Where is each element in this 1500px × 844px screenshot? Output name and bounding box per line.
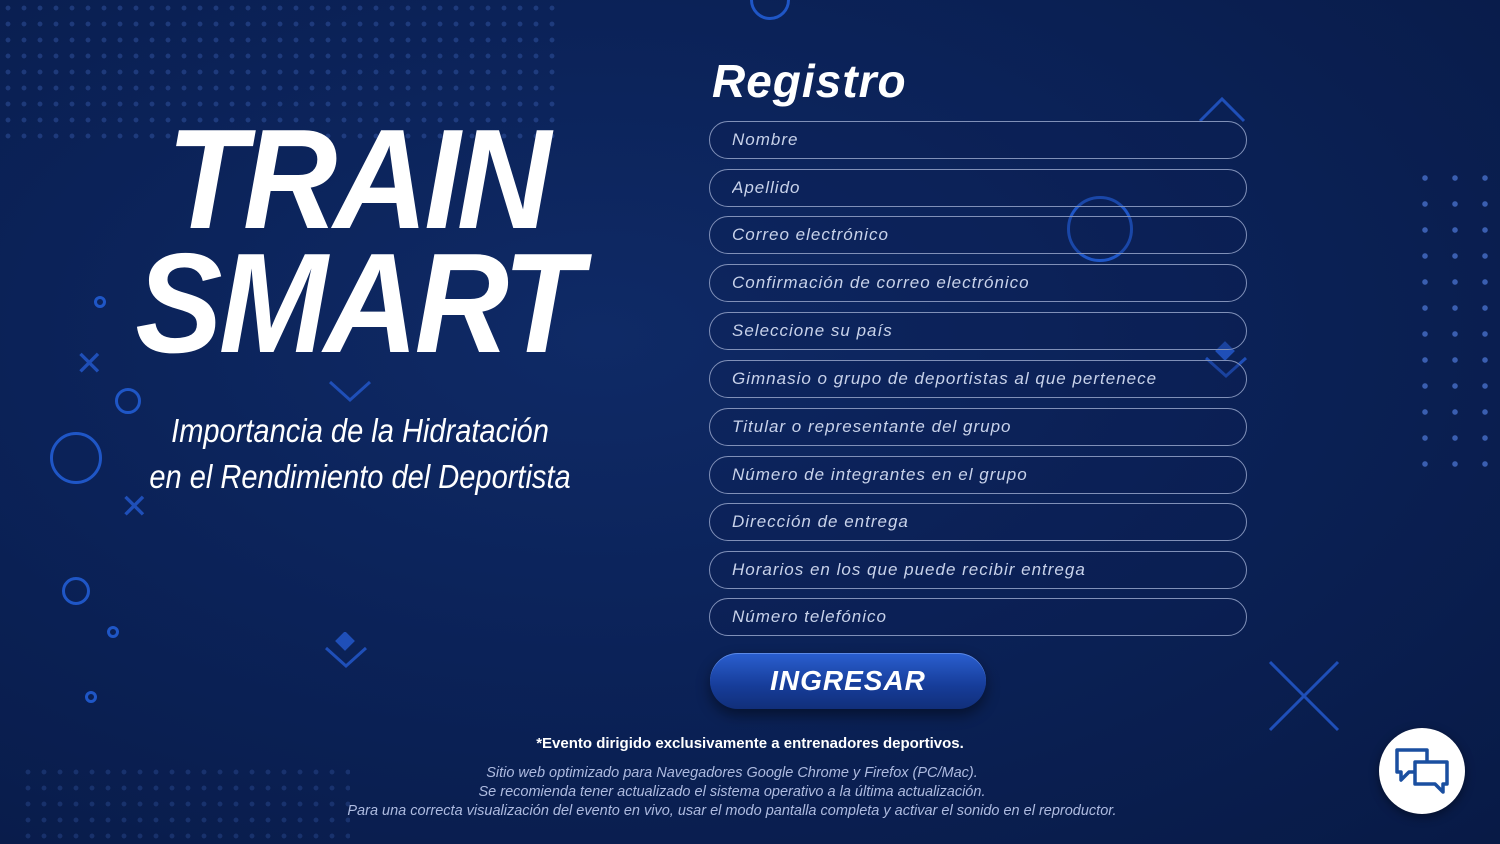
- delivery-hours-input[interactable]: [710, 552, 1246, 588]
- dot-small-1: [94, 296, 106, 308]
- browser-info-line3: Para una correcta visualización del even…: [347, 803, 1117, 819]
- hero-subtitle: Importancia de la Hidratación en el Rend…: [140, 408, 580, 500]
- submit-button[interactable]: INGRESAR: [710, 653, 986, 709]
- email-confirm-input[interactable]: [710, 265, 1246, 301]
- group-members-input[interactable]: [710, 457, 1246, 493]
- x-mark-large-right: [1268, 660, 1340, 732]
- delivery-address-field: [709, 503, 1247, 541]
- dot-pattern-right: [1410, 165, 1490, 475]
- group-representative-field: [709, 408, 1247, 446]
- browser-info: Sitio web optimizado para Navegadores Go…: [300, 764, 1164, 821]
- dot-small-3: [85, 691, 97, 703]
- event-notice: *Evento dirigido exclusivamente a entren…: [536, 735, 964, 752]
- ring-top: [750, 0, 790, 20]
- gym-group-input[interactable]: [710, 361, 1246, 397]
- chat-bubbles-icon: [1393, 746, 1451, 797]
- diamond-chevron-left-icon: [324, 631, 368, 677]
- country-select[interactable]: [710, 313, 1246, 349]
- first-name-field: [709, 121, 1247, 159]
- gym-group-field: [709, 360, 1247, 398]
- hero-subtitle-line2: en el Rendimiento del Deportista: [149, 458, 571, 495]
- hero-title-line2: SMART: [135, 224, 582, 383]
- ring-left-small: [115, 388, 141, 414]
- phone-input[interactable]: [710, 599, 1246, 635]
- browser-info-line1: Sitio web optimizado para Navegadores Go…: [486, 765, 978, 781]
- group-representative-input[interactable]: [710, 409, 1246, 445]
- email-confirm-field: [709, 264, 1247, 302]
- phone-field: [709, 598, 1247, 636]
- hero-subtitle-line1: Importancia de la Hidratación: [171, 412, 549, 449]
- country-field: [709, 312, 1247, 350]
- first-name-input[interactable]: [710, 122, 1246, 158]
- email-field: [709, 216, 1247, 254]
- email-input[interactable]: [710, 217, 1246, 253]
- browser-info-line2: Se recomienda tener actualizado el siste…: [478, 784, 986, 800]
- delivery-address-input[interactable]: [710, 504, 1246, 540]
- last-name-field: [709, 169, 1247, 207]
- dot-small-2: [107, 626, 119, 638]
- last-name-input[interactable]: [710, 170, 1246, 206]
- ring-left-large: [50, 432, 102, 484]
- group-members-field: [709, 456, 1247, 494]
- delivery-hours-field: [709, 551, 1247, 589]
- hero-title: TRAIN SMART: [118, 109, 596, 383]
- x-mark-left-1: ✕: [75, 344, 104, 384]
- ring-left-bottom: [62, 577, 90, 605]
- form-title: Registro: [712, 55, 907, 107]
- chat-button[interactable]: [1379, 728, 1465, 814]
